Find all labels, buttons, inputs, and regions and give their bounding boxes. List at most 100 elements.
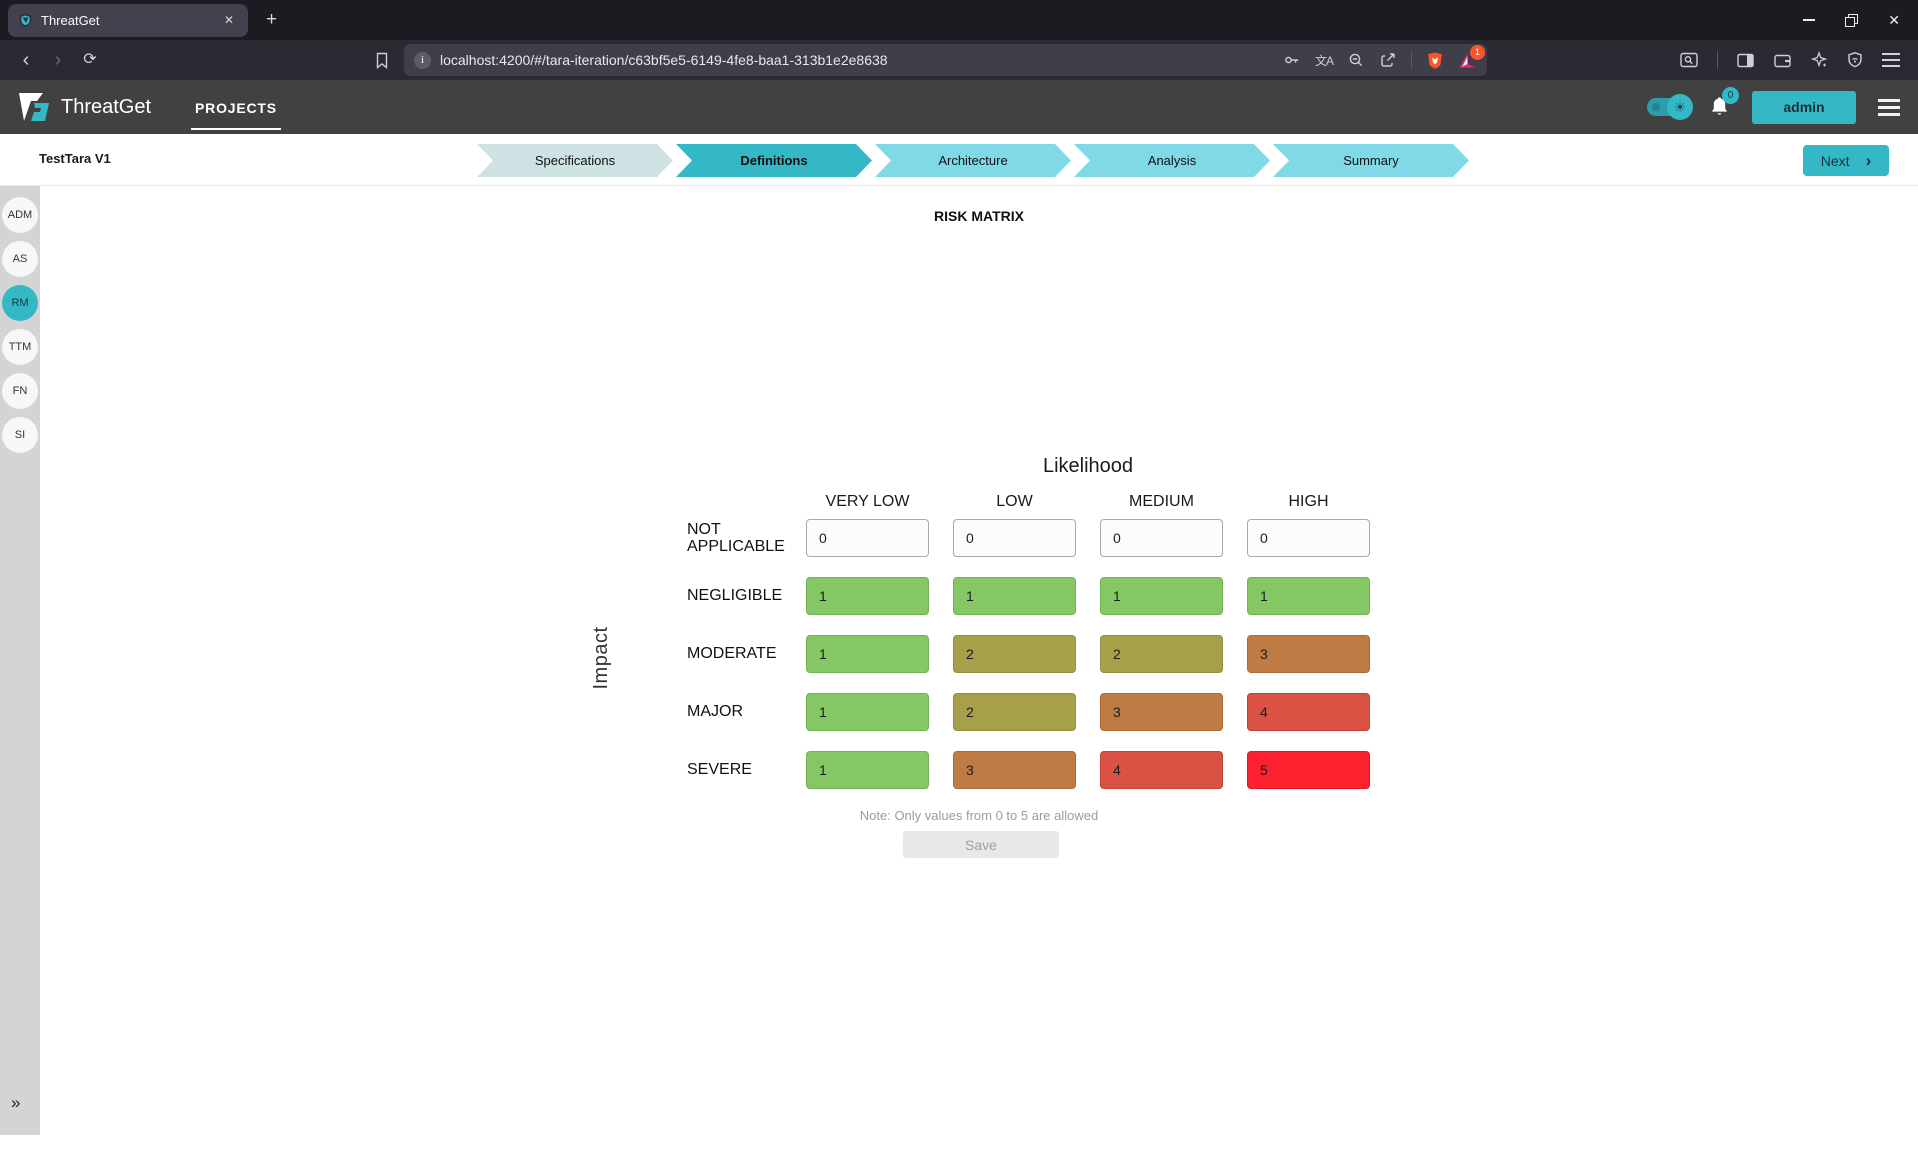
brave-rewards-icon[interactable]: 1 bbox=[1458, 52, 1477, 69]
sidebar: ADM AS RM TTM FN SI » bbox=[0, 186, 40, 1135]
translate-icon[interactable]: 文A bbox=[1315, 52, 1333, 69]
new-tab-button[interactable]: + bbox=[266, 9, 277, 31]
brave-shield-icon[interactable] bbox=[1426, 51, 1444, 70]
back-icon[interactable]: ‹ bbox=[10, 44, 42, 76]
save-button[interactable]: Save bbox=[903, 831, 1059, 858]
row-label: SEVERE bbox=[687, 761, 782, 778]
window-restore-icon[interactable] bbox=[1845, 14, 1858, 27]
risk-matrix: Likelihood VERY LOWLOWMEDIUMHIGH NOT APP… bbox=[687, 455, 1387, 809]
app-menu-icon[interactable] bbox=[1878, 99, 1900, 116]
leo-ai-sparkle-icon[interactable] bbox=[1810, 51, 1828, 69]
col-header-very-low: VERY LOW bbox=[806, 493, 929, 515]
find-in-page-icon[interactable] bbox=[1679, 51, 1699, 69]
tab-title: ThreatGet bbox=[41, 13, 212, 28]
matrix-cell-r4c1[interactable] bbox=[953, 751, 1076, 789]
notifications-bell-icon[interactable]: 0 bbox=[1709, 96, 1730, 118]
window-close-icon[interactable]: ✕ bbox=[1888, 12, 1900, 29]
browser-tab[interactable]: ThreatGet ✕ bbox=[8, 4, 248, 37]
matrix-cell-r2c1[interactable] bbox=[953, 635, 1076, 673]
nav-projects[interactable]: PROJECTS bbox=[191, 84, 281, 130]
sun-icon: ☀ bbox=[1667, 94, 1693, 120]
row-label: NOT APPLICABLE bbox=[687, 521, 782, 556]
matrix-cell-r0c3[interactable] bbox=[1247, 519, 1370, 557]
theme-toggle[interactable]: ☀ bbox=[1647, 98, 1687, 116]
matrix-cell-r3c3[interactable] bbox=[1247, 693, 1370, 731]
sidebar-item-adm[interactable]: ADM bbox=[2, 197, 38, 233]
page: ThreatGet ✕ + ✕ ‹ › ⟳ i localhost:4200/#… bbox=[0, 0, 1918, 1151]
window-minimize-icon[interactable] bbox=[1803, 19, 1815, 21]
matrix-col-headers: VERY LOW LOW MEDIUM HIGH bbox=[806, 493, 1387, 515]
step-summary[interactable]: Summary bbox=[1273, 144, 1469, 177]
url-text[interactable]: localhost:4200/#/tara-iteration/c63bf5e5… bbox=[440, 52, 1274, 68]
browser-toolbar: ‹ › ⟳ i localhost:4200/#/tara-iteration/… bbox=[0, 40, 1918, 80]
matrix-cell-r1c1[interactable] bbox=[953, 577, 1076, 615]
vpn-shield-icon[interactable] bbox=[1846, 51, 1864, 70]
step-definitions[interactable]: Definitions bbox=[676, 144, 872, 177]
sidebar-item-fn[interactable]: FN bbox=[2, 373, 38, 409]
impact-axis-label: Impact bbox=[590, 588, 610, 728]
reload-icon[interactable]: ⟳ bbox=[74, 44, 106, 76]
wallet-icon[interactable] bbox=[1773, 52, 1792, 69]
wizard-steps: SpecificationsDefinitionsArchitectureAna… bbox=[477, 144, 1469, 177]
sidebar-item-rm[interactable]: RM bbox=[2, 285, 38, 321]
notification-badge: 0 bbox=[1722, 87, 1739, 104]
col-header-low: LOW bbox=[953, 493, 1076, 515]
zoom-out-icon[interactable] bbox=[1347, 51, 1365, 69]
next-label: Next bbox=[1821, 153, 1850, 169]
next-button[interactable]: Next › bbox=[1803, 145, 1889, 176]
matrix-cell-r4c0[interactable] bbox=[806, 751, 929, 789]
matrix-cell-r4c3[interactable] bbox=[1247, 751, 1370, 789]
browser-tabstrip: ThreatGet ✕ + ✕ bbox=[0, 0, 1918, 40]
step-analysis[interactable]: Analysis bbox=[1074, 144, 1270, 177]
sidebar-item-as[interactable]: AS bbox=[2, 241, 38, 277]
admin-user-button[interactable]: admin bbox=[1752, 91, 1856, 124]
row-label: NEGLIGIBLE bbox=[687, 587, 782, 604]
sidebar-item-si[interactable]: SI bbox=[2, 417, 38, 453]
matrix-row-not-applicable: NOT APPLICABLE bbox=[687, 519, 1387, 557]
step-architecture[interactable]: Architecture bbox=[875, 144, 1071, 177]
password-key-icon[interactable] bbox=[1283, 51, 1301, 69]
col-header-medium: MEDIUM bbox=[1100, 493, 1223, 515]
forward-icon[interactable]: › bbox=[42, 44, 74, 76]
step-specifications[interactable]: Specifications bbox=[477, 144, 673, 177]
matrix-cell-r1c2[interactable] bbox=[1100, 577, 1223, 615]
row-label: MODERATE bbox=[687, 645, 782, 662]
tab-close-icon[interactable]: ✕ bbox=[220, 11, 238, 29]
matrix-cell-r0c2[interactable] bbox=[1100, 519, 1223, 557]
rewards-badge: 1 bbox=[1470, 45, 1485, 60]
matrix-row-negligible: NEGLIGIBLE bbox=[687, 577, 1387, 615]
sidebar-items: ADM AS RM TTM FN SI bbox=[0, 197, 40, 453]
matrix-rows: NOT APPLICABLE NEGLIGIBLE MODERATE MAJOR SEV… bbox=[687, 519, 1387, 789]
page-title: RISK MATRIX bbox=[40, 208, 1918, 224]
wizard-bar: TestTara V1 SpecificationsDefinitionsArc… bbox=[0, 134, 1918, 186]
share-icon[interactable] bbox=[1379, 51, 1397, 69]
matrix-cell-r2c3[interactable] bbox=[1247, 635, 1370, 673]
threatget-favicon-icon bbox=[18, 12, 33, 28]
bookmark-icon[interactable] bbox=[374, 52, 390, 69]
col-header-high: HIGH bbox=[1247, 493, 1370, 515]
matrix-cell-r0c1[interactable] bbox=[953, 519, 1076, 557]
matrix-cell-r1c3[interactable] bbox=[1247, 577, 1370, 615]
next-arrow-icon: › bbox=[1866, 152, 1872, 169]
project-name: TestTara V1 bbox=[39, 151, 111, 166]
url-bar[interactable]: i localhost:4200/#/tara-iteration/c63bf5… bbox=[404, 44, 1487, 76]
sidebar-expand-icon[interactable]: » bbox=[11, 1093, 20, 1113]
matrix-cell-r1c0[interactable] bbox=[806, 577, 929, 615]
site-info-icon[interactable]: i bbox=[414, 52, 431, 69]
main-content: RISK MATRIX Impact Likelihood VERY LOWLO… bbox=[40, 186, 1918, 1151]
matrix-cell-r3c0[interactable] bbox=[806, 693, 929, 731]
matrix-cell-r4c2[interactable] bbox=[1100, 751, 1223, 789]
matrix-cell-r0c0[interactable] bbox=[806, 519, 929, 557]
matrix-row-major: MAJOR bbox=[687, 693, 1387, 731]
threatget-logo-icon bbox=[18, 92, 52, 122]
browser-menu-icon[interactable] bbox=[1882, 53, 1900, 67]
sidebar-item-ttm[interactable]: TTM bbox=[2, 329, 38, 365]
row-label: MAJOR bbox=[687, 703, 782, 720]
sidebar-panel-icon[interactable] bbox=[1736, 52, 1755, 69]
app-header: ThreatGet PROJECTS ☀ 0 admin bbox=[0, 80, 1918, 134]
matrix-cell-r2c0[interactable] bbox=[806, 635, 929, 673]
matrix-cell-r3c1[interactable] bbox=[953, 693, 1076, 731]
matrix-cell-r3c2[interactable] bbox=[1100, 693, 1223, 731]
matrix-row-severe: SEVERE bbox=[687, 751, 1387, 789]
matrix-cell-r2c2[interactable] bbox=[1100, 635, 1223, 673]
